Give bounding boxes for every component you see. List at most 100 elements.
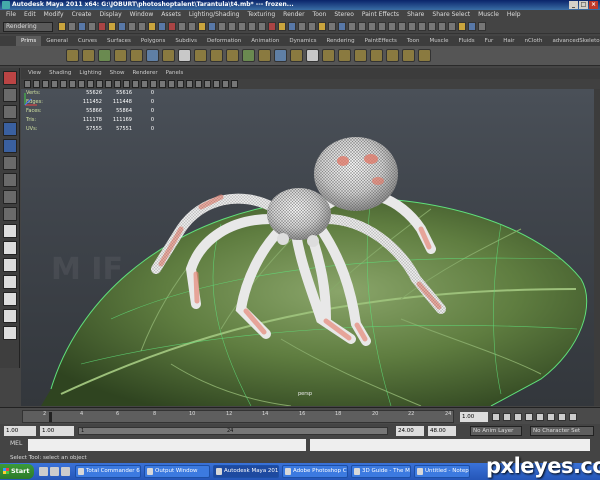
start-button[interactable]: Start — [0, 464, 34, 479]
shelf-tool-icon[interactable] — [418, 49, 431, 62]
panel-toolbar-icon[interactable] — [42, 80, 49, 88]
shelf-tab-animation[interactable]: Animation — [246, 36, 284, 46]
panel-toolbar-icon[interactable] — [177, 80, 184, 88]
anim-start-field[interactable]: 1.00 — [4, 426, 36, 436]
shelf-tab-prims[interactable]: Prims — [16, 36, 42, 46]
shelf-tool-icon[interactable] — [322, 49, 335, 62]
quick-launch-icon[interactable] — [61, 467, 70, 476]
toolbox-tool-icon[interactable] — [3, 173, 17, 187]
toolbox-tool-icon[interactable] — [3, 190, 17, 204]
shelf-tab-fluids[interactable]: Fluids — [454, 36, 480, 46]
status-line-tool-icon[interactable] — [198, 22, 206, 31]
panel-toolbar-icon[interactable] — [222, 80, 229, 88]
panel-toolbar-icon[interactable] — [159, 80, 166, 88]
panel-toolbar-icon[interactable] — [51, 80, 58, 88]
shelf-tab-subdivs[interactable]: Subdivs — [170, 36, 202, 46]
shelf-tab-polygons[interactable]: Polygons — [136, 36, 170, 46]
shelf-tab-rendering[interactable]: Rendering — [321, 36, 359, 46]
status-line-tool-icon[interactable] — [438, 22, 446, 31]
status-line-tool-icon[interactable] — [168, 22, 176, 31]
status-line-tool-icon[interactable] — [418, 22, 426, 31]
status-line-tool-icon[interactable] — [178, 22, 186, 31]
step-back-frame-button[interactable] — [514, 413, 522, 421]
toolbox-tool-icon[interactable] — [3, 105, 17, 119]
shelf-tool-icon[interactable] — [354, 49, 367, 62]
status-line-tool-icon[interactable] — [448, 22, 456, 31]
panel-toolbar-icon[interactable] — [60, 80, 67, 88]
menu-muscle[interactable]: Muscle — [474, 10, 503, 20]
shelf-tool-icon[interactable] — [370, 49, 383, 62]
toolbox-tool-icon[interactable] — [3, 122, 17, 136]
shelf-tool-icon[interactable] — [194, 49, 207, 62]
panel-toolbar-icon[interactable] — [195, 80, 202, 88]
playback-start-field[interactable]: 1.00 — [40, 426, 74, 436]
shelf-tab-hair[interactable]: Hair — [498, 36, 519, 46]
status-line-tool-icon[interactable] — [98, 22, 106, 31]
status-line-tool-icon[interactable] — [328, 22, 336, 31]
status-line-tool-icon[interactable] — [188, 22, 196, 31]
panel-menu-renderer[interactable]: Renderer — [128, 68, 161, 79]
shelf-tab-surfaces[interactable]: Surfaces — [102, 36, 136, 46]
status-line-tool-icon[interactable] — [68, 22, 76, 31]
step-forward-key-button[interactable] — [558, 413, 566, 421]
panel-toolbar-icon[interactable] — [150, 80, 157, 88]
status-line-tool-icon[interactable] — [358, 22, 366, 31]
toolbox-tool-icon[interactable] — [3, 156, 17, 170]
shelf-tab-fur[interactable]: Fur — [480, 36, 499, 46]
panel-toolbar-icon[interactable] — [96, 80, 103, 88]
menu-display[interactable]: Display — [96, 10, 126, 20]
panel-toolbar-icon[interactable] — [78, 80, 85, 88]
status-line-tool-icon[interactable] — [388, 22, 396, 31]
status-line-tool-icon[interactable] — [308, 22, 316, 31]
toolbox-tool-icon[interactable] — [3, 309, 17, 323]
panel-toolbar-icon[interactable] — [168, 80, 175, 88]
status-line-tool-icon[interactable] — [148, 22, 156, 31]
panel-menu-shading[interactable]: Shading — [45, 68, 75, 79]
panel-toolbar-icon[interactable] — [123, 80, 130, 88]
status-line-tool-icon[interactable] — [298, 22, 306, 31]
shelf-tool-icon[interactable] — [226, 49, 239, 62]
status-line-tool-icon[interactable] — [258, 22, 266, 31]
menu-lighting-shading[interactable]: Lighting/Shading — [185, 10, 244, 20]
status-line-tool-icon[interactable] — [338, 22, 346, 31]
menu-edit[interactable]: Edit — [20, 10, 40, 20]
shelf-tool-icon[interactable] — [130, 49, 143, 62]
status-line-tool-icon[interactable] — [88, 22, 96, 31]
range-bar[interactable]: 1 24 — [78, 427, 388, 435]
toolbox-tool-icon[interactable] — [3, 292, 17, 306]
toolbox-tool-icon[interactable] — [3, 275, 17, 289]
toolbox-tool-icon[interactable] — [3, 326, 17, 340]
shelf-tab-painteffects[interactable]: PaintEffects — [360, 36, 402, 46]
command-language-label[interactable]: MEL — [10, 440, 22, 447]
minimize-button[interactable]: _ — [569, 1, 578, 9]
status-line-tool-icon[interactable] — [478, 22, 486, 31]
quick-launch-icon[interactable] — [39, 467, 48, 476]
panel-toolbar-icon[interactable] — [231, 80, 238, 88]
panel-toolbar-icon[interactable] — [114, 80, 121, 88]
menu-modify[interactable]: Modify — [40, 10, 68, 20]
status-line-tool-icon[interactable] — [158, 22, 166, 31]
status-line-tool-icon[interactable] — [318, 22, 326, 31]
panel-toolbar-icon[interactable] — [186, 80, 193, 88]
anim-end-field[interactable]: 48.00 — [428, 426, 456, 436]
panel-menu-view[interactable]: View — [24, 68, 45, 79]
panel-toolbar-icon[interactable] — [204, 80, 211, 88]
time-slider-track[interactable]: 2 4 6 8 10 12 14 16 18 20 22 24 — [22, 410, 454, 423]
shelf-tool-icon[interactable] — [386, 49, 399, 62]
status-line-tool-icon[interactable] — [128, 22, 136, 31]
menu-set-dropdown[interactable]: Rendering — [3, 22, 53, 32]
status-line-tool-icon[interactable] — [368, 22, 376, 31]
close-button[interactable]: × — [589, 1, 598, 9]
shelf-tab-advancedskeleton[interactable]: advancedSkeleton — [547, 36, 600, 46]
play-forward-button[interactable] — [536, 413, 544, 421]
status-line-tool-icon[interactable] — [238, 22, 246, 31]
panel-menu-lighting[interactable]: Lighting — [75, 68, 105, 79]
panel-menu-show[interactable]: Show — [106, 68, 129, 79]
shelf-tab-ncloth[interactable]: nCloth — [520, 36, 548, 46]
status-line-tool-icon[interactable] — [458, 22, 466, 31]
play-backward-button[interactable] — [525, 413, 533, 421]
shelf-tool-icon[interactable] — [146, 49, 159, 62]
shelf-tool-icon[interactable] — [98, 49, 111, 62]
status-line-tool-icon[interactable] — [58, 22, 66, 31]
shelf-tool-icon[interactable] — [242, 49, 255, 62]
